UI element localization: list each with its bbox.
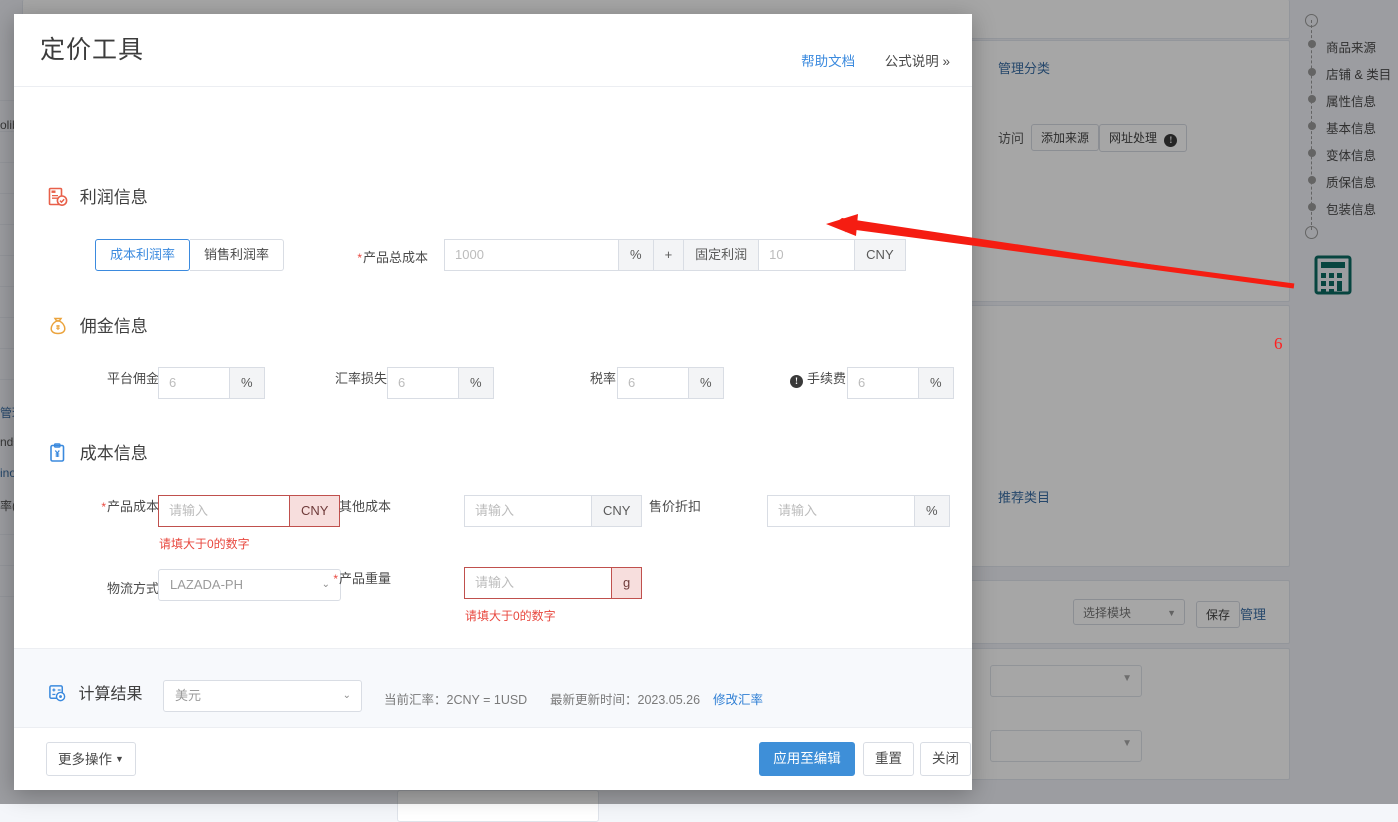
profit-rate-input[interactable]: 1000 (444, 239, 619, 271)
product-weight-label: *产品重量 (269, 568, 391, 587)
edit-rate-link[interactable]: 修改汇率 (713, 689, 763, 708)
other-cost-input[interactable]: 请输入 (464, 495, 592, 527)
required-asterisk: * (357, 251, 362, 265)
money-bag-icon (50, 317, 66, 335)
total-cost-label: *产品总成本 (264, 247, 428, 266)
profit-rate-unit: % (619, 239, 654, 271)
calculator-result-icon (49, 685, 66, 702)
section-title-cost: 成本信息 (48, 439, 148, 464)
product-cost-error: 请填大于0的数字 (159, 537, 250, 551)
pricing-tool-dialog: 定价工具 帮助文档 公式说明 » 利润信息 成本利润率 销售利润率 *产品总成本 (14, 14, 972, 790)
service-fee-label-text: 手续费 (806, 371, 846, 386)
dialog-header: 定价工具 帮助文档 公式说明 » (14, 14, 972, 87)
tax-rate-input[interactable]: 6 (617, 367, 689, 399)
more-actions-button[interactable]: 更多操作 ▼ (46, 742, 136, 776)
section-title-commission: 佣金信息 (48, 312, 148, 337)
service-fee-input[interactable]: 6 (847, 367, 919, 399)
header-links: 帮助文档 公式说明 » (775, 50, 950, 70)
required-asterisk: * (101, 500, 106, 514)
product-weight-unit: g (612, 567, 643, 599)
price-discount-unit: % (915, 495, 950, 527)
result-currency-value: 美元 (175, 688, 202, 703)
total-cost-label-text: 产品总成本 (362, 250, 428, 265)
section-title-profit-label: 利润信息 (79, 188, 148, 207)
service-fee-input-group: 6 % (847, 367, 954, 399)
section-title-commission-label: 佣金信息 (79, 317, 148, 336)
info-icon[interactable]: ! (789, 375, 803, 388)
platform-commission-input-group: 6 % (158, 367, 265, 399)
product-weight-label-text: 产品重量 (338, 571, 391, 586)
clipboard-yuan-icon (50, 443, 65, 462)
fixed-profit-label: 固定利润 (684, 239, 760, 271)
service-fee-label: ! 手续费 (714, 368, 846, 388)
tax-rate-input-group: 6 % (617, 367, 724, 399)
dialog-body: 利润信息 成本利润率 销售利润率 *产品总成本 1000 % + 固定利润 10… (14, 87, 972, 727)
annotation-number: 6 (1274, 334, 1283, 353)
apply-to-edit-button[interactable]: 应用至编辑 (759, 742, 855, 776)
close-button[interactable]: 关闭 (920, 742, 971, 776)
section-title-profit: 利润信息 (48, 183, 148, 208)
plus-operator: + (653, 239, 685, 271)
logistics-label: 物流方式 (106, 581, 159, 596)
product-weight-input[interactable]: 请输入 (464, 567, 612, 599)
required-asterisk: * (333, 572, 338, 586)
current-rate-text: 当前汇率：2CNY = 1USD (384, 693, 528, 707)
fixed-profit-unit: CNY (855, 239, 906, 271)
price-discount-input[interactable]: 请输入 (767, 495, 915, 527)
service-fee-unit: % (919, 367, 954, 399)
section-title-result: 计算结果 (48, 680, 142, 704)
help-doc-link[interactable]: 帮助文档 (801, 54, 855, 69)
result-band (14, 648, 972, 727)
platform-commission-unit: % (230, 367, 265, 399)
dialog-footer: 更多操作 ▼ 应用至编辑 重置 关闭 (14, 727, 972, 790)
total-cost-input-group: 1000 % + 固定利润 10 CNY (444, 239, 906, 271)
reset-button[interactable]: 重置 (863, 742, 914, 776)
chevron-down-icon: ⌄ (342, 690, 351, 701)
product-cost-label: *产品成本 (34, 496, 159, 515)
section-title-result-label: 计算结果 (78, 686, 143, 703)
caret-down-icon: ▼ (115, 754, 124, 764)
product-weight-error: 请填大于0的数字 (465, 609, 556, 623)
tax-rate-label: 税率 (589, 371, 616, 386)
other-cost-label: 其他成本 (338, 499, 391, 514)
platform-commission-input[interactable]: 6 (158, 367, 230, 399)
exchange-loss-input-group: 6 % (387, 367, 494, 399)
profit-doc-icon (48, 187, 68, 206)
price-discount-label: 售价折扣 (648, 499, 701, 514)
platform-commission-label: 平台佣金 (106, 371, 159, 386)
price-discount-input-group: 请输入 % (767, 495, 950, 527)
more-actions-label: 更多操作 (58, 752, 113, 767)
rate-updated-text: 最新更新时间：2023.05.26 (550, 693, 701, 707)
formula-desc-link[interactable]: 公式说明 » (885, 54, 950, 69)
section-title-cost-label: 成本信息 (79, 444, 148, 463)
tab-cost-profit-rate[interactable]: 成本利润率 (95, 239, 191, 271)
exchange-loss-unit: % (459, 367, 494, 399)
dialog-title: 定价工具 (40, 36, 145, 64)
fixed-profit-input[interactable]: 10 (759, 239, 856, 271)
product-cost-label-text: 产品成本 (106, 499, 159, 514)
profit-rate-mode-tabs: 成本利润率 销售利润率 (95, 239, 285, 271)
result-currency-select[interactable]: 美元 ⌄ (163, 680, 362, 712)
product-weight-input-group: 请输入 g (464, 567, 643, 599)
exchange-loss-label: 汇率损失 (334, 371, 387, 386)
logistics-select-value: LAZADA-PH (170, 577, 243, 592)
exchange-loss-input[interactable]: 6 (387, 367, 459, 399)
